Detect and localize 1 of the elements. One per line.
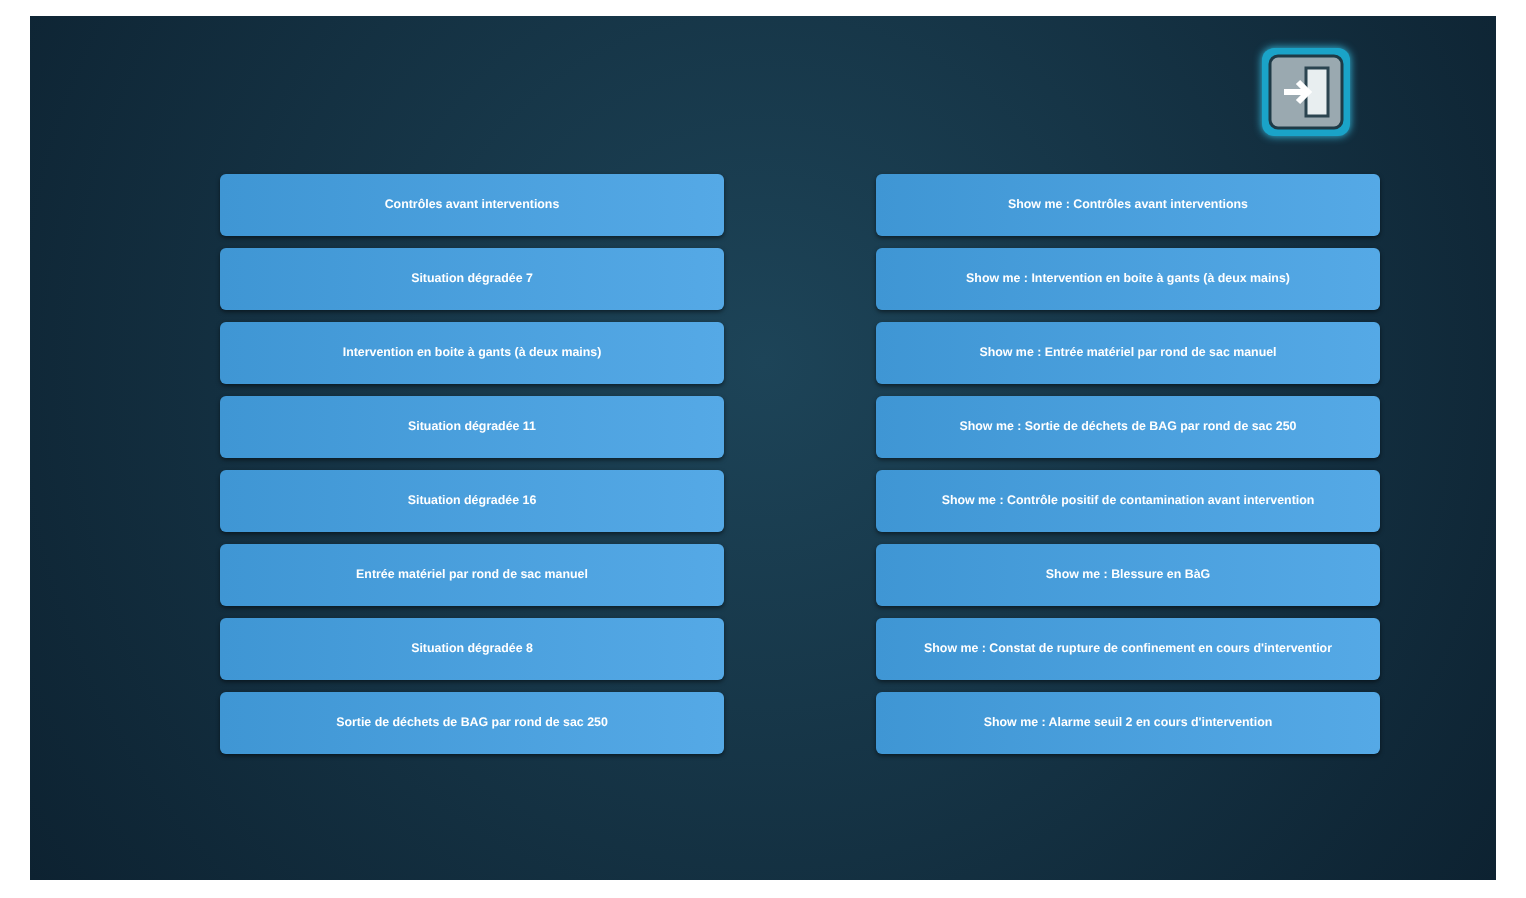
exit-icon[interactable] <box>1262 48 1350 136</box>
